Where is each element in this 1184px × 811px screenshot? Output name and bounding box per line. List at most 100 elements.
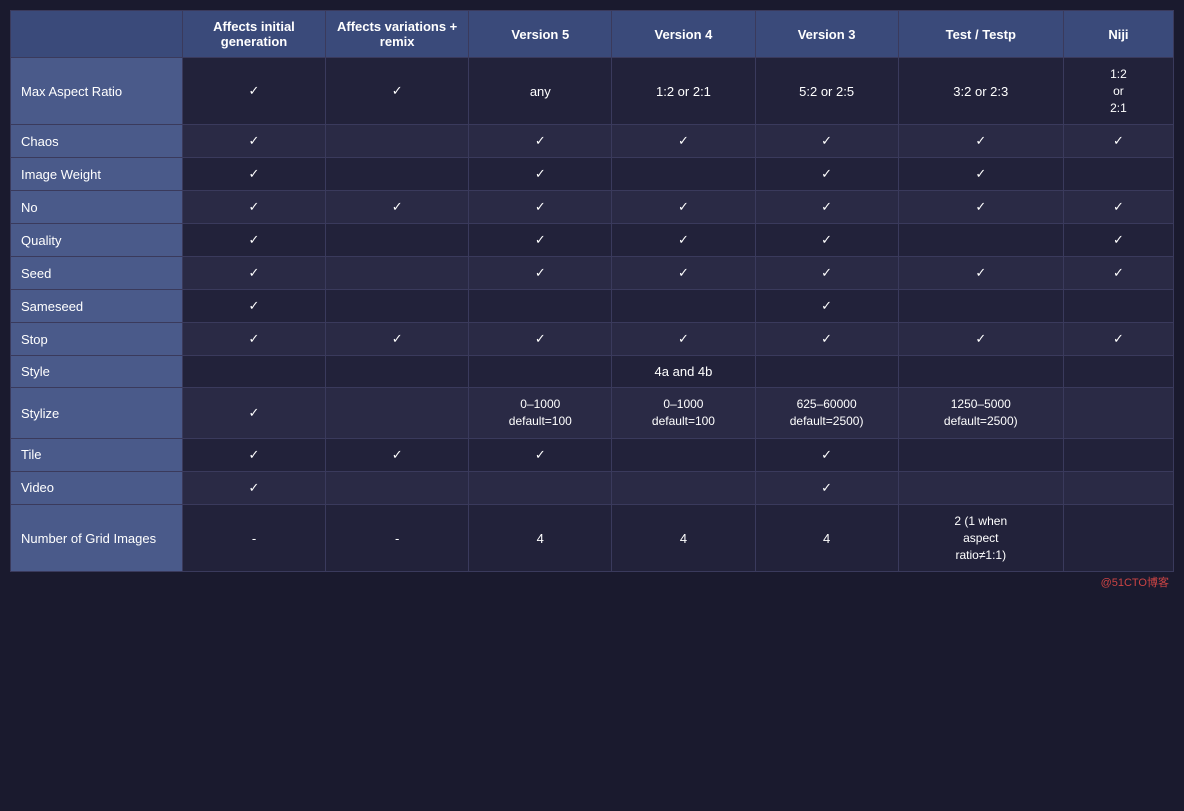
cell-10-affects_variations: ✓ [326, 438, 469, 471]
cell-4-version5: ✓ [469, 224, 612, 257]
cell-11-feature: Video [11, 471, 183, 504]
cell-1-test_testp: ✓ [898, 125, 1063, 158]
cell-9-feature: Stylize [11, 388, 183, 439]
cell-8-affects_variations [326, 356, 469, 388]
cell-4-affects_variations [326, 224, 469, 257]
cell-6-version5 [469, 290, 612, 323]
cell-1-version5: ✓ [469, 125, 612, 158]
cell-10-version4 [612, 438, 755, 471]
header-version3: Version 3 [755, 11, 898, 58]
cell-1-feature: Chaos [11, 125, 183, 158]
cell-3-test_testp: ✓ [898, 191, 1063, 224]
cell-12-niji [1063, 504, 1173, 571]
cell-5-affects_variations [326, 257, 469, 290]
watermark: @51CTO博客 [10, 572, 1174, 592]
cell-1-affects_initial: ✓ [182, 125, 325, 158]
cell-5-version3: ✓ [755, 257, 898, 290]
cell-11-version4 [612, 471, 755, 504]
cell-3-version4: ✓ [612, 191, 755, 224]
cell-7-version4: ✓ [612, 323, 755, 356]
cell-6-version4 [612, 290, 755, 323]
header-affects-variations: Affects variations + remix [326, 11, 469, 58]
cell-9-niji [1063, 388, 1173, 439]
cell-9-version3: 625–60000 default=2500) [755, 388, 898, 439]
cell-6-test_testp [898, 290, 1063, 323]
cell-5-niji: ✓ [1063, 257, 1173, 290]
cell-4-feature: Quality [11, 224, 183, 257]
cell-7-version5: ✓ [469, 323, 612, 356]
cell-5-affects_initial: ✓ [182, 257, 325, 290]
table-row: Number of Grid Images--4442 (1 when aspe… [11, 504, 1174, 571]
cell-3-affects_variations: ✓ [326, 191, 469, 224]
header-feature [11, 11, 183, 58]
cell-10-test_testp [898, 438, 1063, 471]
cell-8-version3 [755, 356, 898, 388]
cell-11-affects_variations [326, 471, 469, 504]
table-row: Style 4a and 4b [11, 356, 1174, 388]
header-niji: Niji [1063, 11, 1173, 58]
cell-8-niji [1063, 356, 1173, 388]
cell-9-affects_initial: ✓ [182, 388, 325, 439]
table-row: Stop✓✓✓✓✓✓✓ [11, 323, 1174, 356]
cell-3-feature: No [11, 191, 183, 224]
cell-8-feature: Style [11, 356, 183, 388]
cell-7-feature: Stop [11, 323, 183, 356]
cell-2-version3: ✓ [755, 158, 898, 191]
cell-11-test_testp [898, 471, 1063, 504]
header-test-testp: Test / Testp [898, 11, 1063, 58]
cell-11-version5 [469, 471, 612, 504]
cell-1-version3: ✓ [755, 125, 898, 158]
cell-12-feature: Number of Grid Images [11, 504, 183, 571]
cell-10-niji [1063, 438, 1173, 471]
cell-1-niji: ✓ [1063, 125, 1173, 158]
cell-10-feature: Tile [11, 438, 183, 471]
cell-5-version5: ✓ [469, 257, 612, 290]
table-row: No✓✓✓✓✓✓✓ [11, 191, 1174, 224]
cell-4-version3: ✓ [755, 224, 898, 257]
cell-8-version5 [469, 356, 612, 388]
cell-2-version4 [612, 158, 755, 191]
table-row: Video✓✓ [11, 471, 1174, 504]
cell-0-version4: 1:2 or 2:1 [612, 58, 755, 125]
cell-2-feature: Image Weight [11, 158, 183, 191]
cell-7-affects_initial: ✓ [182, 323, 325, 356]
cell-9-affects_variations [326, 388, 469, 439]
cell-7-version3: ✓ [755, 323, 898, 356]
cell-3-affects_initial: ✓ [182, 191, 325, 224]
cell-5-feature: Seed [11, 257, 183, 290]
table-row: Max Aspect Ratio✓✓any1:2 or 2:15:2 or 2:… [11, 58, 1174, 125]
cell-8-version4: 4a and 4b [612, 356, 755, 388]
cell-12-version4: 4 [612, 504, 755, 571]
cell-0-feature: Max Aspect Ratio [11, 58, 183, 125]
cell-4-niji: ✓ [1063, 224, 1173, 257]
cell-6-niji [1063, 290, 1173, 323]
cell-11-niji [1063, 471, 1173, 504]
cell-10-affects_initial: ✓ [182, 438, 325, 471]
cell-9-version5: 0–1000 default=100 [469, 388, 612, 439]
cell-11-version3: ✓ [755, 471, 898, 504]
cell-6-affects_initial: ✓ [182, 290, 325, 323]
table-row: Tile✓✓✓✓ [11, 438, 1174, 471]
cell-0-test_testp: 3:2 or 2:3 [898, 58, 1063, 125]
cell-10-version5: ✓ [469, 438, 612, 471]
cell-0-version3: 5:2 or 2:5 [755, 58, 898, 125]
header-version4: Version 4 [612, 11, 755, 58]
cell-2-affects_initial: ✓ [182, 158, 325, 191]
cell-0-niji: 1:2 or 2:1 [1063, 58, 1173, 125]
cell-2-version5: ✓ [469, 158, 612, 191]
cell-1-affects_variations [326, 125, 469, 158]
table-row: Quality✓✓✓✓✓ [11, 224, 1174, 257]
cell-0-affects_variations: ✓ [326, 58, 469, 125]
cell-4-version4: ✓ [612, 224, 755, 257]
cell-0-version5: any [469, 58, 612, 125]
cell-6-affects_variations [326, 290, 469, 323]
cell-3-version5: ✓ [469, 191, 612, 224]
table-row: Stylize✓0–1000 default=1000–1000 default… [11, 388, 1174, 439]
cell-8-test_testp [898, 356, 1063, 388]
cell-0-affects_initial: ✓ [182, 58, 325, 125]
cell-12-test_testp: 2 (1 when aspect ratio≠1:1) [898, 504, 1063, 571]
cell-2-affects_variations [326, 158, 469, 191]
cell-12-version5: 4 [469, 504, 612, 571]
table-row: Chaos✓✓✓✓✓✓ [11, 125, 1174, 158]
cell-5-test_testp: ✓ [898, 257, 1063, 290]
